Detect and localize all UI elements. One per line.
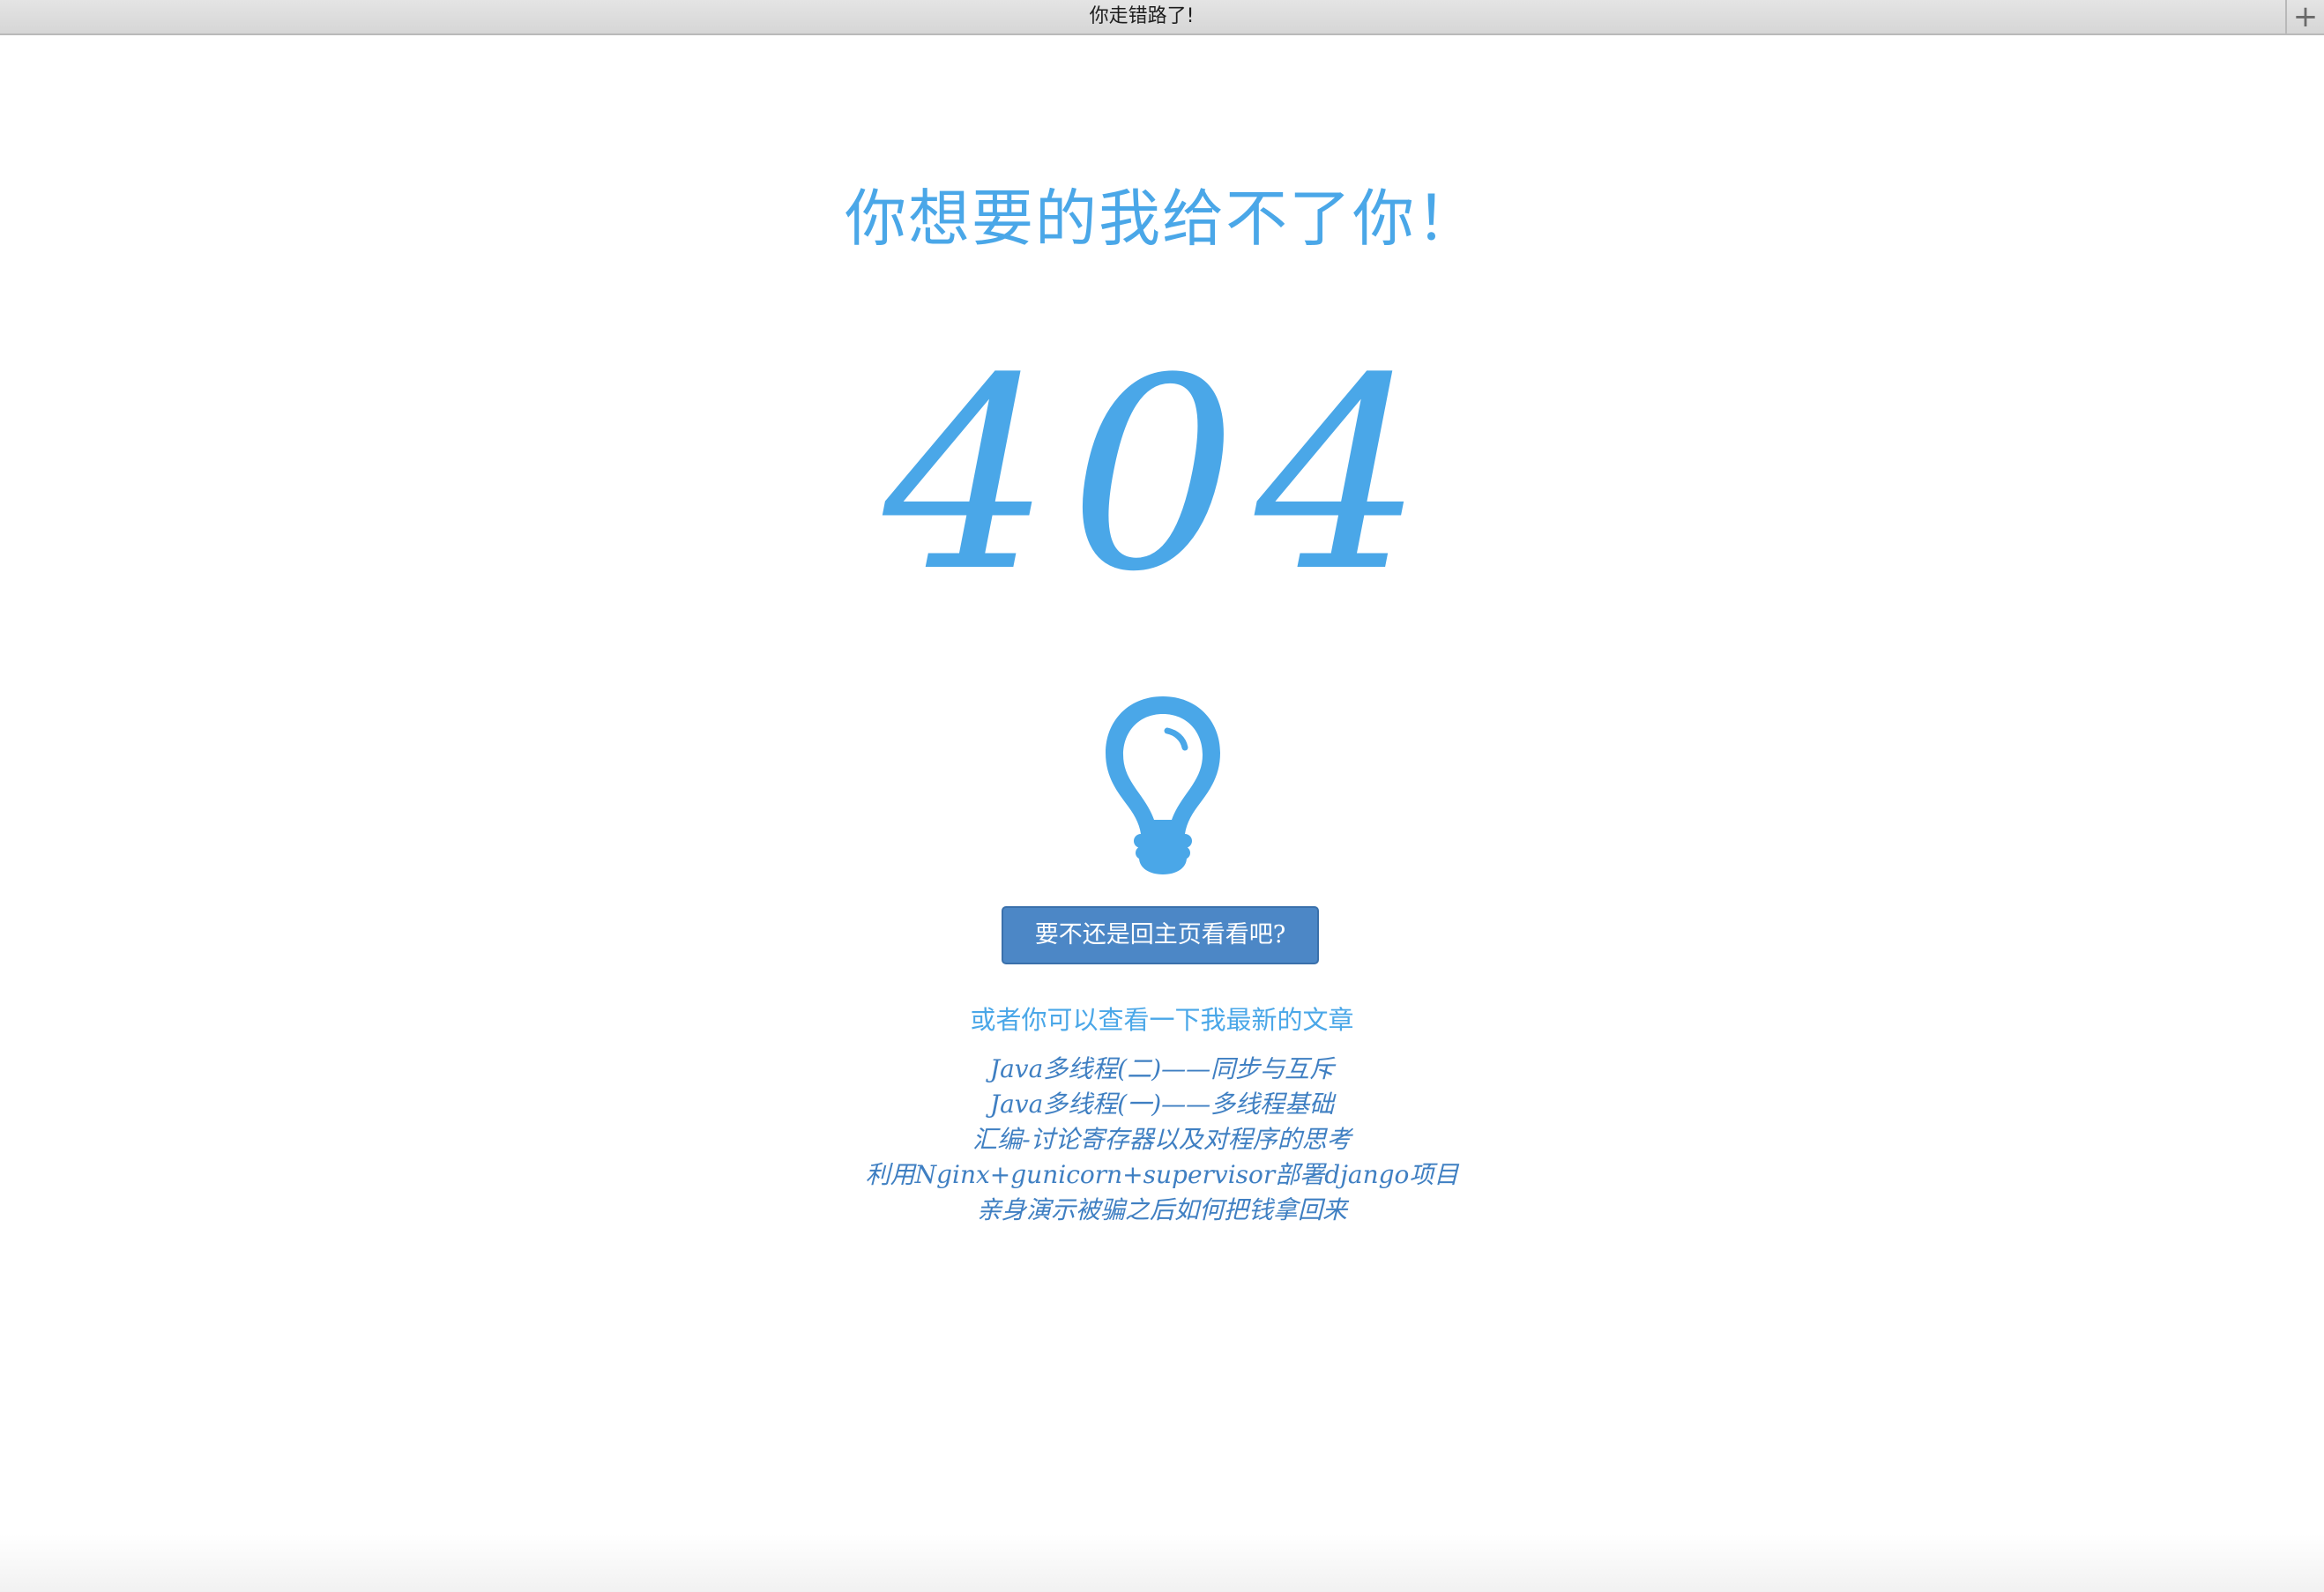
window-bottom-shadow [0, 1534, 2324, 1592]
list-item: 汇编-讨论寄存器以及对程序的思考 [0, 1122, 2324, 1157]
tab-bar: 你走错路了! + [0, 0, 2324, 35]
page-headline: 你想要的我给不了你！ [845, 182, 1479, 255]
article-link[interactable]: 汇编-讨论寄存器以及对程序的思考 [972, 1125, 1351, 1154]
recent-articles-prompt: 或者你可以查看一下我最新的文章 [970, 1005, 1354, 1035]
list-item: Java多线程(二)——同步与互斥 [0, 1052, 2324, 1087]
article-link[interactable]: 利用Nginx+gunicorn+supervisor部署django项目 [866, 1160, 1459, 1189]
list-item: 利用Nginx+gunicorn+supervisor部署django项目 [0, 1157, 2324, 1193]
article-link[interactable]: Java多线程(二)——同步与互斥 [990, 1054, 1334, 1083]
lightbulb-icon [1106, 696, 1220, 874]
tab-title[interactable]: 你走错路了! [0, 0, 2283, 33]
article-link[interactable]: Java多线程(一)——多线程基础 [990, 1090, 1334, 1119]
home-button[interactable]: 要不还是回主页看看吧? [1002, 906, 1319, 964]
list-item: Java多线程(一)——多线程基础 [0, 1087, 2324, 1122]
recent-articles-list: Java多线程(二)——同步与互斥 Java多线程(一)——多线程基础 汇编-讨… [0, 1052, 2324, 1228]
list-item: 亲身演示被骗之后如何把钱拿回来 [0, 1193, 2324, 1228]
new-tab-button[interactable]: + [2285, 0, 2324, 33]
error-code: 404 [883, 322, 1441, 629]
article-link[interactable]: 亲身演示被骗之后如何把钱拿回来 [977, 1195, 1347, 1224]
